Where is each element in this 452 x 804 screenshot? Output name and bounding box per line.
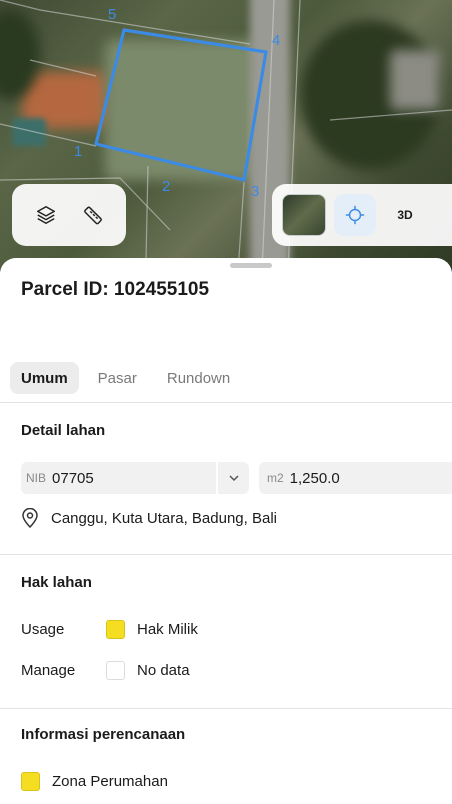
vertex-label: 3 — [251, 183, 260, 200]
divider — [0, 554, 452, 555]
zone-value: Zona Perumahan — [52, 773, 168, 790]
map-view-panel: 3D — [272, 184, 452, 246]
usage-color-swatch — [106, 620, 125, 639]
address-row: Canggu, Kuta Utara, Badung, Bali — [21, 508, 277, 528]
vertex-label: 5 — [108, 6, 117, 23]
address-text: Canggu, Kuta Utara, Badung, Bali — [51, 509, 277, 527]
section-heading-detail: Detail lahan — [21, 422, 106, 439]
view-3d-button[interactable]: 3D — [384, 194, 426, 236]
usage-row: Usage Hak Milik — [21, 620, 198, 639]
zone-color-swatch — [21, 772, 40, 791]
tab-bar: Umum Pasar Rundown — [10, 362, 241, 394]
layers-icon — [36, 206, 55, 224]
vertex-label: 4 — [272, 32, 281, 49]
zone-row: Zona Perumahan — [21, 772, 168, 791]
parcel-detail-sheet: Parcel ID: 102455105 Umum Pasar Rundown … — [0, 258, 452, 804]
nib-value: 07705 — [52, 469, 94, 487]
section-heading-rights: Hak lahan — [21, 574, 92, 591]
map-tools-panel — [12, 184, 126, 246]
crosshair-icon — [345, 205, 365, 225]
nib-prefix: NIB — [26, 471, 47, 485]
manage-label: Manage — [21, 662, 76, 679]
vertex-label: 1 — [74, 143, 83, 160]
section-heading-planning: Informasi perencanaan — [21, 726, 186, 743]
manage-value: No data — [137, 662, 190, 679]
manage-color-swatch — [106, 661, 125, 680]
manage-row: Manage No data — [21, 661, 190, 680]
tab-rundown[interactable]: Rundown — [156, 362, 241, 394]
tab-pasar[interactable]: Pasar — [87, 362, 148, 394]
usage-value: Hak Milik — [137, 621, 198, 638]
measure-button[interactable] — [72, 194, 114, 236]
chevron-down-icon — [228, 475, 239, 482]
location-pin-icon — [22, 508, 38, 528]
area-unit: m2 — [267, 471, 284, 485]
satellite-view-thumbnail[interactable] — [282, 194, 326, 236]
divider — [0, 402, 452, 403]
area-field[interactable]: m2 1,250.0 — [259, 462, 452, 494]
usage-label: Usage — [21, 621, 65, 638]
nib-field[interactable]: NIB 07705 — [21, 462, 249, 494]
nib-dropdown-button[interactable] — [216, 462, 249, 494]
tab-umum[interactable]: Umum — [10, 362, 79, 394]
locate-button[interactable] — [334, 194, 376, 236]
divider — [0, 708, 452, 709]
satellite-map[interactable]: 5 4 1 2 3 3D — [0, 0, 452, 272]
parcel-outline — [94, 28, 268, 182]
drag-handle[interactable] — [230, 263, 272, 268]
ruler-icon — [83, 206, 102, 225]
area-value: 1,250.0 — [289, 469, 340, 487]
vertex-label: 2 — [162, 178, 171, 195]
layers-button[interactable] — [25, 194, 67, 236]
parcel-title: Parcel ID: 102455105 — [21, 279, 210, 300]
